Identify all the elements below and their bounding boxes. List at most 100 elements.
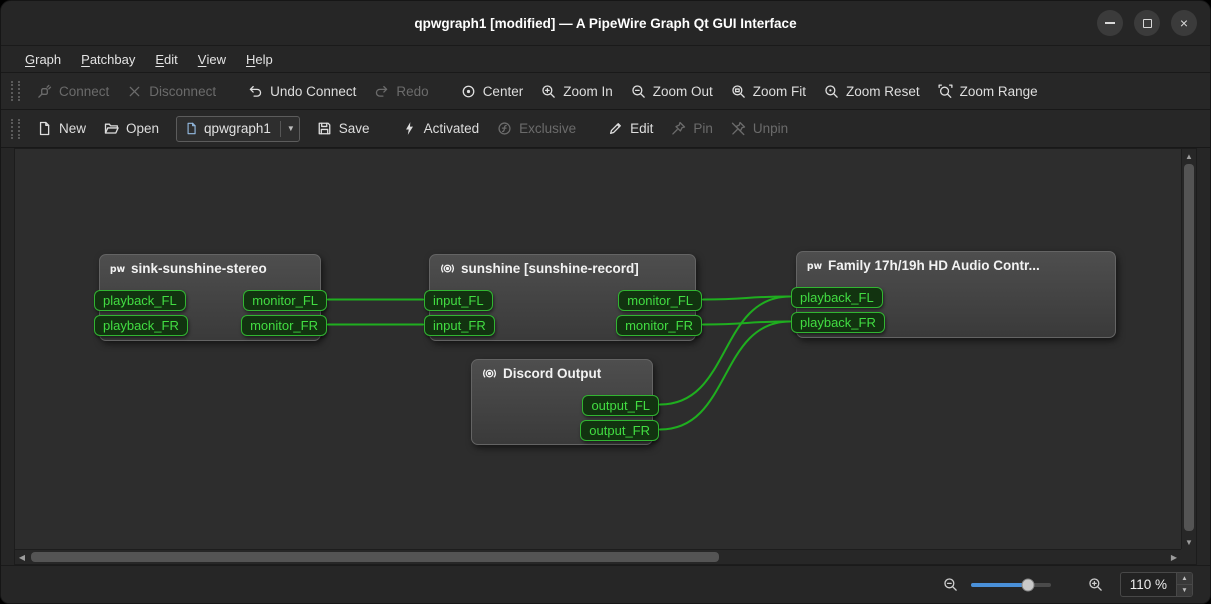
menu-patchbay[interactable]: Patchbay xyxy=(71,46,145,72)
node-sunshine[interactable]: sunshine [sunshine-record]input_FLinput_… xyxy=(429,254,696,341)
edit-label: Edit xyxy=(630,121,653,136)
center-button[interactable]: Center xyxy=(452,77,533,105)
zoom-in-button[interactable]: Zoom In xyxy=(532,77,622,105)
maximize-icon xyxy=(1143,19,1152,28)
minimize-icon xyxy=(1105,22,1115,24)
open-button[interactable]: Open xyxy=(95,115,168,143)
node-title-bar: pwFamily 17h/19h HD Audio Contr... xyxy=(797,252,1115,273)
zoom-out-icon xyxy=(943,577,958,592)
menubar: GraphPatchbayEditViewHelp xyxy=(1,46,1210,73)
save-icon xyxy=(317,121,332,136)
zoom-reset-label: Zoom Reset xyxy=(846,84,920,99)
zoom-value[interactable]: 110 % xyxy=(1121,573,1176,596)
patchbay-combobox[interactable]: qpwgraph1▼ xyxy=(176,116,300,142)
scroll-up-icon[interactable]: ▲ xyxy=(1182,149,1196,163)
port-sink-playback_FL[interactable]: playback_FL xyxy=(94,290,186,311)
node-title-bar: Discord Output xyxy=(472,360,652,381)
zoom-fit-button[interactable]: Zoom Fit xyxy=(722,77,815,105)
port-sink-playback_FR[interactable]: playback_FR xyxy=(94,315,188,336)
save-button[interactable]: Save xyxy=(308,115,379,143)
zoom-range-label: Zoom Range xyxy=(960,84,1038,99)
scrollbar-corner xyxy=(1181,549,1196,564)
zoom-fit-label: Zoom Fit xyxy=(753,84,806,99)
zoom-reset-button[interactable]: Zoom Reset xyxy=(815,77,929,105)
graph-canvas[interactable]: pwsink-sunshine-stereoplayback_FLplaybac… xyxy=(15,149,1181,549)
menu-help[interactable]: Help xyxy=(236,46,283,72)
zoom-out-label: Zoom Out xyxy=(653,84,713,99)
connection-edge[interactable] xyxy=(703,322,790,325)
open-icon xyxy=(104,121,119,136)
connect-label: Connect xyxy=(59,84,109,99)
port-sunshine-input_FL[interactable]: input_FL xyxy=(424,290,493,311)
node-discord[interactable]: Discord Outputoutput_FLoutput_FR xyxy=(471,359,653,445)
zoom-out-button[interactable]: Zoom Out xyxy=(622,77,722,105)
new-button[interactable]: New xyxy=(28,115,95,143)
save-label: Save xyxy=(339,121,370,136)
zoom-spinbox[interactable]: 110 % ▲ ▼ xyxy=(1120,572,1193,597)
horizontal-scrollbar[interactable]: ◀ ▶ xyxy=(15,549,1181,564)
scroll-left-icon[interactable]: ◀ xyxy=(15,550,29,564)
port-sunshine-monitor_FL[interactable]: monitor_FL xyxy=(618,290,702,311)
new-icon xyxy=(37,121,52,136)
center-icon xyxy=(461,84,476,99)
undo-connect-button[interactable]: Undo Connect xyxy=(239,77,365,105)
zoom-slider[interactable] xyxy=(971,583,1051,587)
unpin-icon xyxy=(731,121,746,136)
port-discord-output_FR[interactable]: output_FR xyxy=(580,420,659,441)
edit-button[interactable]: Edit xyxy=(599,115,662,143)
port-family-playback_FL[interactable]: playback_FL xyxy=(791,287,883,308)
pw-icon: pw xyxy=(110,261,125,276)
redo-button[interactable]: Redo xyxy=(365,77,437,105)
menu-view[interactable]: View xyxy=(188,46,236,72)
doc-icon xyxy=(185,122,198,135)
zoom-reset-icon xyxy=(824,84,839,99)
connect-icon xyxy=(37,84,52,99)
connect-button[interactable]: Connect xyxy=(28,77,118,105)
zoom-slider-knob[interactable] xyxy=(1022,578,1035,591)
port-sink-monitor_FL[interactable]: monitor_FL xyxy=(243,290,327,311)
vertical-scrollbar[interactable]: ▲ ▼ xyxy=(1181,149,1196,549)
vertical-scroll-thumb[interactable] xyxy=(1184,164,1194,531)
scroll-right-icon[interactable]: ▶ xyxy=(1167,550,1181,564)
close-button[interactable]: × xyxy=(1171,10,1197,36)
unpin-button[interactable]: Unpin xyxy=(722,115,797,143)
maximize-button[interactable] xyxy=(1134,10,1160,36)
app-window: qpwgraph1 [modified] — A PipeWire Graph … xyxy=(0,0,1211,604)
connections-layer xyxy=(15,149,1181,549)
port-sunshine-monitor_FR[interactable]: monitor_FR xyxy=(616,315,702,336)
titlebar[interactable]: qpwgraph1 [modified] — A PipeWire Graph … xyxy=(1,1,1210,46)
activated-label: Activated xyxy=(424,121,480,136)
menu-graph[interactable]: Graph xyxy=(15,46,71,72)
activated-button[interactable]: Activated xyxy=(393,115,489,143)
toolbar-drag-handle[interactable] xyxy=(11,81,20,101)
zoom-fit-icon xyxy=(731,84,746,99)
disconnect-button[interactable]: Disconnect xyxy=(118,77,225,105)
port-sunshine-input_FR[interactable]: input_FR xyxy=(424,315,495,336)
combobox-value: qpwgraph1 xyxy=(204,121,271,136)
record-icon xyxy=(482,366,497,381)
pin-label: Pin xyxy=(693,121,713,136)
port-sink-monitor_FR[interactable]: monitor_FR xyxy=(241,315,327,336)
minimize-button[interactable] xyxy=(1097,10,1123,36)
pin-button[interactable]: Pin xyxy=(662,115,722,143)
redo-label: Redo xyxy=(396,84,428,99)
port-discord-output_FL[interactable]: output_FL xyxy=(582,395,659,416)
node-sink[interactable]: pwsink-sunshine-stereoplayback_FLplaybac… xyxy=(99,254,321,341)
node-title: sunshine [sunshine-record] xyxy=(461,261,639,276)
scroll-down-icon[interactable]: ▼ xyxy=(1182,535,1196,549)
node-family[interactable]: pwFamily 17h/19h HD Audio Contr...playba… xyxy=(796,251,1116,338)
exclusive-button[interactable]: Exclusive xyxy=(488,115,585,143)
svg-text:pw: pw xyxy=(110,264,125,275)
port-family-playback_FR[interactable]: playback_FR xyxy=(791,312,885,333)
horizontal-scroll-thumb[interactable] xyxy=(31,552,719,562)
svg-text:pw: pw xyxy=(807,261,822,272)
spin-up-icon[interactable]: ▲ xyxy=(1177,573,1192,584)
menu-edit[interactable]: Edit xyxy=(145,46,187,72)
spin-down-icon[interactable]: ▼ xyxy=(1177,584,1192,596)
graph-view: pwsink-sunshine-stereoplayback_FLplaybac… xyxy=(14,148,1197,565)
node-title-bar: sunshine [sunshine-record] xyxy=(430,255,695,276)
zoom-range-button[interactable]: Zoom Range xyxy=(929,77,1047,105)
connection-edge[interactable] xyxy=(703,297,790,300)
toolbar-drag-handle[interactable] xyxy=(11,119,20,139)
graph-toolbar: ConnectDisconnectUndo ConnectRedoCenterZ… xyxy=(1,73,1210,110)
